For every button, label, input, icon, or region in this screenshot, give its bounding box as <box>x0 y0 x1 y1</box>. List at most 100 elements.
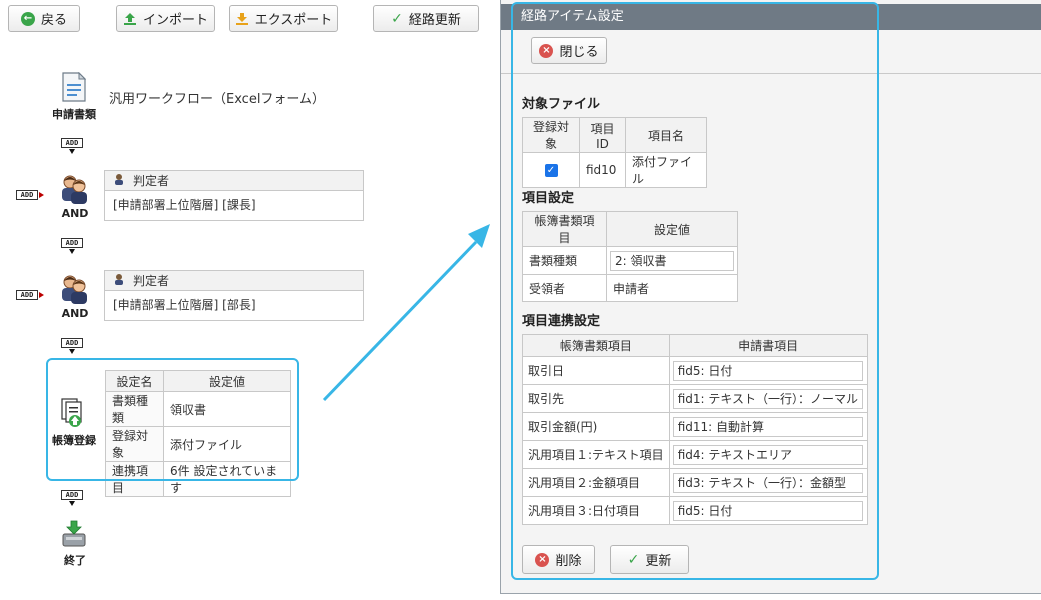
ledger-row-value: 領収書 <box>163 391 291 427</box>
doc-node-label: 申請書類 <box>52 108 96 121</box>
check-icon: ✓ <box>391 10 403 27</box>
link-settings-heading: 項目連携設定 <box>522 314 601 329</box>
back-button[interactable]: ← 戻る <box>8 5 80 32</box>
ledger-row-value: 添付ファイル <box>163 426 291 462</box>
ledger-settings-table[interactable]: 設定名 設定値 書類種類 領収書 登録対象 添付ファイル 連携項目 6件 設定さ… <box>105 370 291 497</box>
update-label: 更新 <box>645 554 672 569</box>
judge1-header: 判定者 <box>133 174 170 188</box>
import-button[interactable]: インポート <box>116 5 215 32</box>
item-settings-header: 設定値 <box>606 211 738 247</box>
link-field[interactable]: fid5: 日付 <box>672 360 863 381</box>
flow-arrow-icon <box>69 249 75 254</box>
judge1-value: [申請部署上位階層] [課長] <box>113 198 256 212</box>
delete-icon: × <box>535 552 550 567</box>
link-row-label: 汎用項目３:日付項目 <box>522 496 670 525</box>
check-icon: ✓ <box>627 551 640 568</box>
arrow-right-icon <box>39 192 44 198</box>
link-row-cell: fid3: テキスト（一行）：金額型 <box>668 468 868 497</box>
register-checkbox[interactable]: ✓ <box>544 164 558 177</box>
target-checkbox-cell: ✓ <box>522 152 580 188</box>
flow-arrow-icon <box>69 149 75 154</box>
target-header: 登録対象 <box>522 117 580 153</box>
link-settings-table[interactable]: 帳簿書類項目 申請書項目 取引日 fid5: 日付 取引先 fid1: テキスト… <box>522 334 868 525</box>
flow-arrow-icon <box>69 501 75 506</box>
link-settings-header: 帳簿書類項目 <box>522 334 670 357</box>
ledger-icon[interactable] <box>61 398 87 431</box>
item-settings-value-cell: 2: 領収書 <box>606 246 738 275</box>
delete-label: 削除 <box>555 554 582 569</box>
item-settings-heading: 項目設定 <box>522 191 575 206</box>
link-row-label: 取引金額(円) <box>522 412 670 441</box>
update-button[interactable]: ✓ 更新 <box>610 545 689 574</box>
add-button[interactable]: ADD <box>61 338 83 348</box>
flow-arrow-icon <box>69 349 75 354</box>
target-item-id: fid10 <box>579 152 626 188</box>
export-label: エクスポート <box>254 13 333 28</box>
document-icon[interactable] <box>62 71 87 105</box>
ledger-row-label: 書類種類 <box>105 391 164 427</box>
route-update-button[interactable]: ✓ 経路更新 <box>373 5 479 32</box>
ledger-row-value: 6件 設定されています <box>163 461 291 497</box>
judge1-group-label: AND <box>61 207 89 220</box>
route-item-settings-panel: 経路アイテム設定 × 閉じる 対象ファイル 登録対象 項目ID 項目名 ✓ fi… <box>500 0 1041 594</box>
item-settings-value: 申請者 <box>606 274 738 302</box>
link-row-cell: fid5: 日付 <box>668 496 868 525</box>
close-button[interactable]: × 閉じる <box>531 37 607 64</box>
judge1-box[interactable]: 判定者 [申請部署上位階層] [課長] <box>104 170 364 221</box>
arrow-right-icon <box>39 292 44 298</box>
route-update-label: 経路更新 <box>408 13 461 28</box>
users-group-icon[interactable] <box>58 273 90 308</box>
ledger-row-label: 登録対象 <box>105 426 164 462</box>
link-row-label: 取引日 <box>522 356 670 385</box>
link-field[interactable]: fid11: 自動計算 <box>672 416 863 437</box>
target-header: 項目ID <box>579 117 626 153</box>
delete-button[interactable]: × 削除 <box>522 545 595 574</box>
ledger-row-label: 連携項目 <box>105 461 164 497</box>
link-row-label: 汎用項目２:金額項目 <box>522 468 670 497</box>
target-files-heading: 対象ファイル <box>522 97 601 112</box>
judge2-header: 判定者 <box>133 274 170 288</box>
link-settings-header: 申請書項目 <box>668 334 868 357</box>
ledger-header-value: 設定値 <box>163 370 291 392</box>
add-button[interactable]: ADD <box>61 238 83 248</box>
link-field[interactable]: fid4: テキストエリア <box>672 444 863 465</box>
back-label: 戻る <box>40 13 67 28</box>
item-settings-table[interactable]: 帳簿書類項目 設定値 書類種類 2: 領収書 受領者 申請者 <box>522 211 738 302</box>
export-icon <box>235 12 248 25</box>
import-icon <box>123 12 136 25</box>
import-label: インポート <box>142 13 208 28</box>
link-row-cell: fid1: テキスト（一行）：ノーマル <box>668 384 868 413</box>
pointer-arrow-icon <box>322 224 490 402</box>
close-label: 閉じる <box>559 45 599 60</box>
ledger-node-label: 帳簿登録 <box>52 434 96 447</box>
end-icon[interactable] <box>61 520 87 551</box>
link-row-cell: fid4: テキストエリア <box>668 440 868 469</box>
ledger-header-name: 設定名 <box>105 370 164 392</box>
add-parallel-button[interactable]: ADD <box>16 190 38 200</box>
target-header: 項目名 <box>625 117 707 153</box>
add-button[interactable]: ADD <box>61 138 83 148</box>
link-row-cell: fid11: 自動計算 <box>668 412 868 441</box>
target-item-name: 添付ファイル <box>625 152 707 188</box>
close-icon: × <box>539 43 554 58</box>
link-field[interactable]: fid5: 日付 <box>672 500 863 521</box>
link-field[interactable]: fid1: テキスト（一行）：ノーマル <box>672 388 863 409</box>
workflow-title: 汎用ワークフロー（Excelフォーム） <box>109 92 326 107</box>
add-button[interactable]: ADD <box>61 490 83 500</box>
back-arrow-icon: ← <box>20 11 35 26</box>
panel-title: 経路アイテム設定 <box>501 4 1041 30</box>
person-icon <box>113 273 125 288</box>
add-parallel-button[interactable]: ADD <box>16 290 38 300</box>
target-files-table[interactable]: 登録対象 項目ID 項目名 ✓ fid10 添付ファイル <box>522 117 707 188</box>
link-field[interactable]: fid3: テキスト（一行）：金額型 <box>672 472 863 493</box>
link-row-cell: fid5: 日付 <box>668 356 868 385</box>
export-button[interactable]: エクスポート <box>229 5 338 32</box>
doc-type-field[interactable]: 2: 領収書 <box>610 250 734 271</box>
item-settings-header: 帳簿書類項目 <box>522 211 607 247</box>
end-node-label: 終了 <box>64 554 86 567</box>
users-group-icon[interactable] <box>58 173 90 208</box>
person-icon <box>113 173 125 188</box>
item-settings-label: 受領者 <box>522 274 607 302</box>
item-settings-label: 書類種類 <box>522 246 607 275</box>
judge2-group-label: AND <box>61 307 89 320</box>
